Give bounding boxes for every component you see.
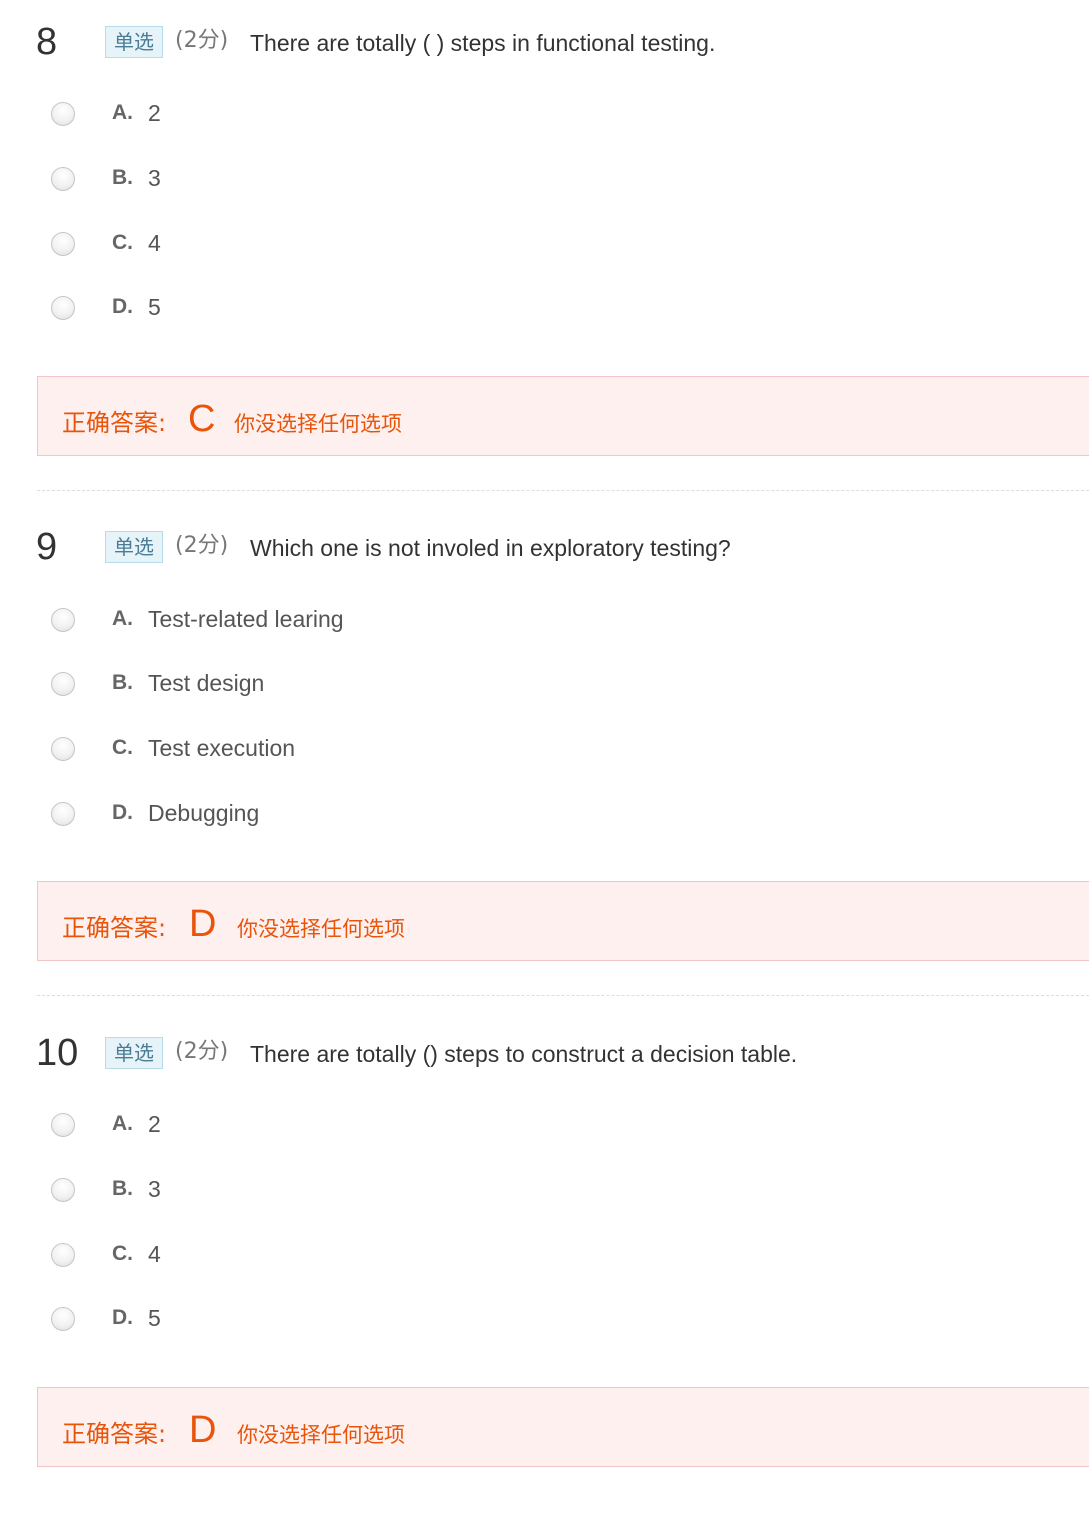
question-header: 10 单选 (2分) There are totally () steps to… [0, 1031, 1089, 1091]
option-b[interactable]: B. 3 [0, 161, 600, 201]
option-text: 2 [148, 1111, 161, 1137]
question-text: There are totally () steps to construct … [250, 1041, 798, 1067]
option-text: Test execution [148, 735, 296, 761]
correct-answer-box: 正确答案: D 你没选择任何选项 [37, 1387, 1089, 1467]
option-text: 5 [148, 294, 161, 320]
option-c[interactable]: C. 4 [0, 1237, 600, 1277]
option-d[interactable]: D. Debugging [0, 796, 600, 836]
option-a[interactable]: A. 2 [0, 96, 600, 136]
correct-answer-box: 正确答案: D 你没选择任何选项 [37, 881, 1089, 961]
radio-button[interactable] [51, 232, 75, 256]
question-header: 8 单选 (2分) There are totally ( ) steps in… [0, 20, 1089, 80]
no-selection-note: 你没选择任何选项 [234, 412, 402, 436]
option-b[interactable]: B. 3 [0, 1172, 600, 1212]
option-letter: D. [112, 1306, 133, 1329]
option-text: Test-related learing [148, 606, 344, 632]
radio-button[interactable] [51, 672, 75, 696]
radio-button[interactable] [51, 1113, 75, 1137]
option-letter: B. [112, 1177, 133, 1200]
option-text: 3 [148, 1176, 161, 1202]
correct-answer-box: 正确答案: C 你没选择任何选项 [37, 376, 1089, 456]
radio-button[interactable] [51, 102, 75, 126]
radio-button[interactable] [51, 296, 75, 320]
option-letter: D. [112, 295, 133, 318]
correct-answer-label: 正确答案: [62, 409, 167, 437]
question-divider [37, 490, 1089, 491]
correct-answer-value: C [188, 398, 216, 440]
question-number: 10 [36, 1032, 79, 1074]
option-a[interactable]: A. 2 [0, 1107, 600, 1147]
correct-answer-label: 正确答案: [62, 1420, 167, 1448]
option-letter: C. [112, 231, 133, 254]
option-text: 5 [148, 1305, 161, 1331]
question-type-badge: 单选 [105, 26, 163, 58]
option-c[interactable]: C. 4 [0, 226, 600, 266]
question-number: 8 [36, 21, 58, 63]
question-type-badge: 单选 [105, 1037, 163, 1069]
option-text: Test design [148, 670, 265, 696]
option-letter: B. [112, 671, 133, 694]
no-selection-note: 你没选择任何选项 [237, 1423, 405, 1447]
option-text: 2 [148, 100, 161, 126]
option-letter: A. [112, 1112, 133, 1135]
radio-button[interactable] [51, 1243, 75, 1267]
option-d[interactable]: D. 5 [0, 1301, 600, 1341]
option-c[interactable]: C. Test execution [0, 731, 600, 771]
option-letter: B. [112, 166, 133, 189]
question-score: (2分) [175, 1039, 229, 1064]
radio-button[interactable] [51, 1307, 75, 1331]
option-text: Debugging [148, 800, 260, 826]
option-text: 4 [148, 230, 161, 256]
option-letter: C. [112, 736, 133, 759]
option-d[interactable]: D. 5 [0, 290, 600, 330]
question-divider [37, 995, 1089, 996]
radio-button[interactable] [51, 737, 75, 761]
radio-button[interactable] [51, 802, 75, 826]
radio-button[interactable] [51, 1178, 75, 1202]
question-text: Which one is not involed in exploratory … [250, 535, 731, 561]
question-text: There are totally ( ) steps in functiona… [250, 30, 716, 56]
question-score: (2分) [175, 533, 229, 558]
no-selection-note: 你没选择任何选项 [237, 917, 405, 941]
radio-button[interactable] [51, 608, 75, 632]
question-type-badge: 单选 [105, 531, 163, 563]
question-header: 9 单选 (2分) Which one is not involed in ex… [0, 525, 1089, 585]
option-text: 4 [148, 1241, 161, 1267]
option-letter: A. [112, 607, 133, 630]
question-score: (2分) [175, 28, 229, 53]
question-number: 9 [36, 526, 58, 568]
correct-answer-label: 正确答案: [62, 914, 167, 942]
option-letter: D. [112, 801, 133, 824]
correct-answer-value: D [189, 1409, 217, 1451]
option-letter: C. [112, 1242, 133, 1265]
option-a[interactable]: A. Test-related learing [0, 602, 600, 642]
radio-button[interactable] [51, 167, 75, 191]
option-b[interactable]: B. Test design [0, 666, 600, 706]
option-text: 3 [148, 165, 161, 191]
option-letter: A. [112, 101, 133, 124]
correct-answer-value: D [189, 903, 217, 945]
